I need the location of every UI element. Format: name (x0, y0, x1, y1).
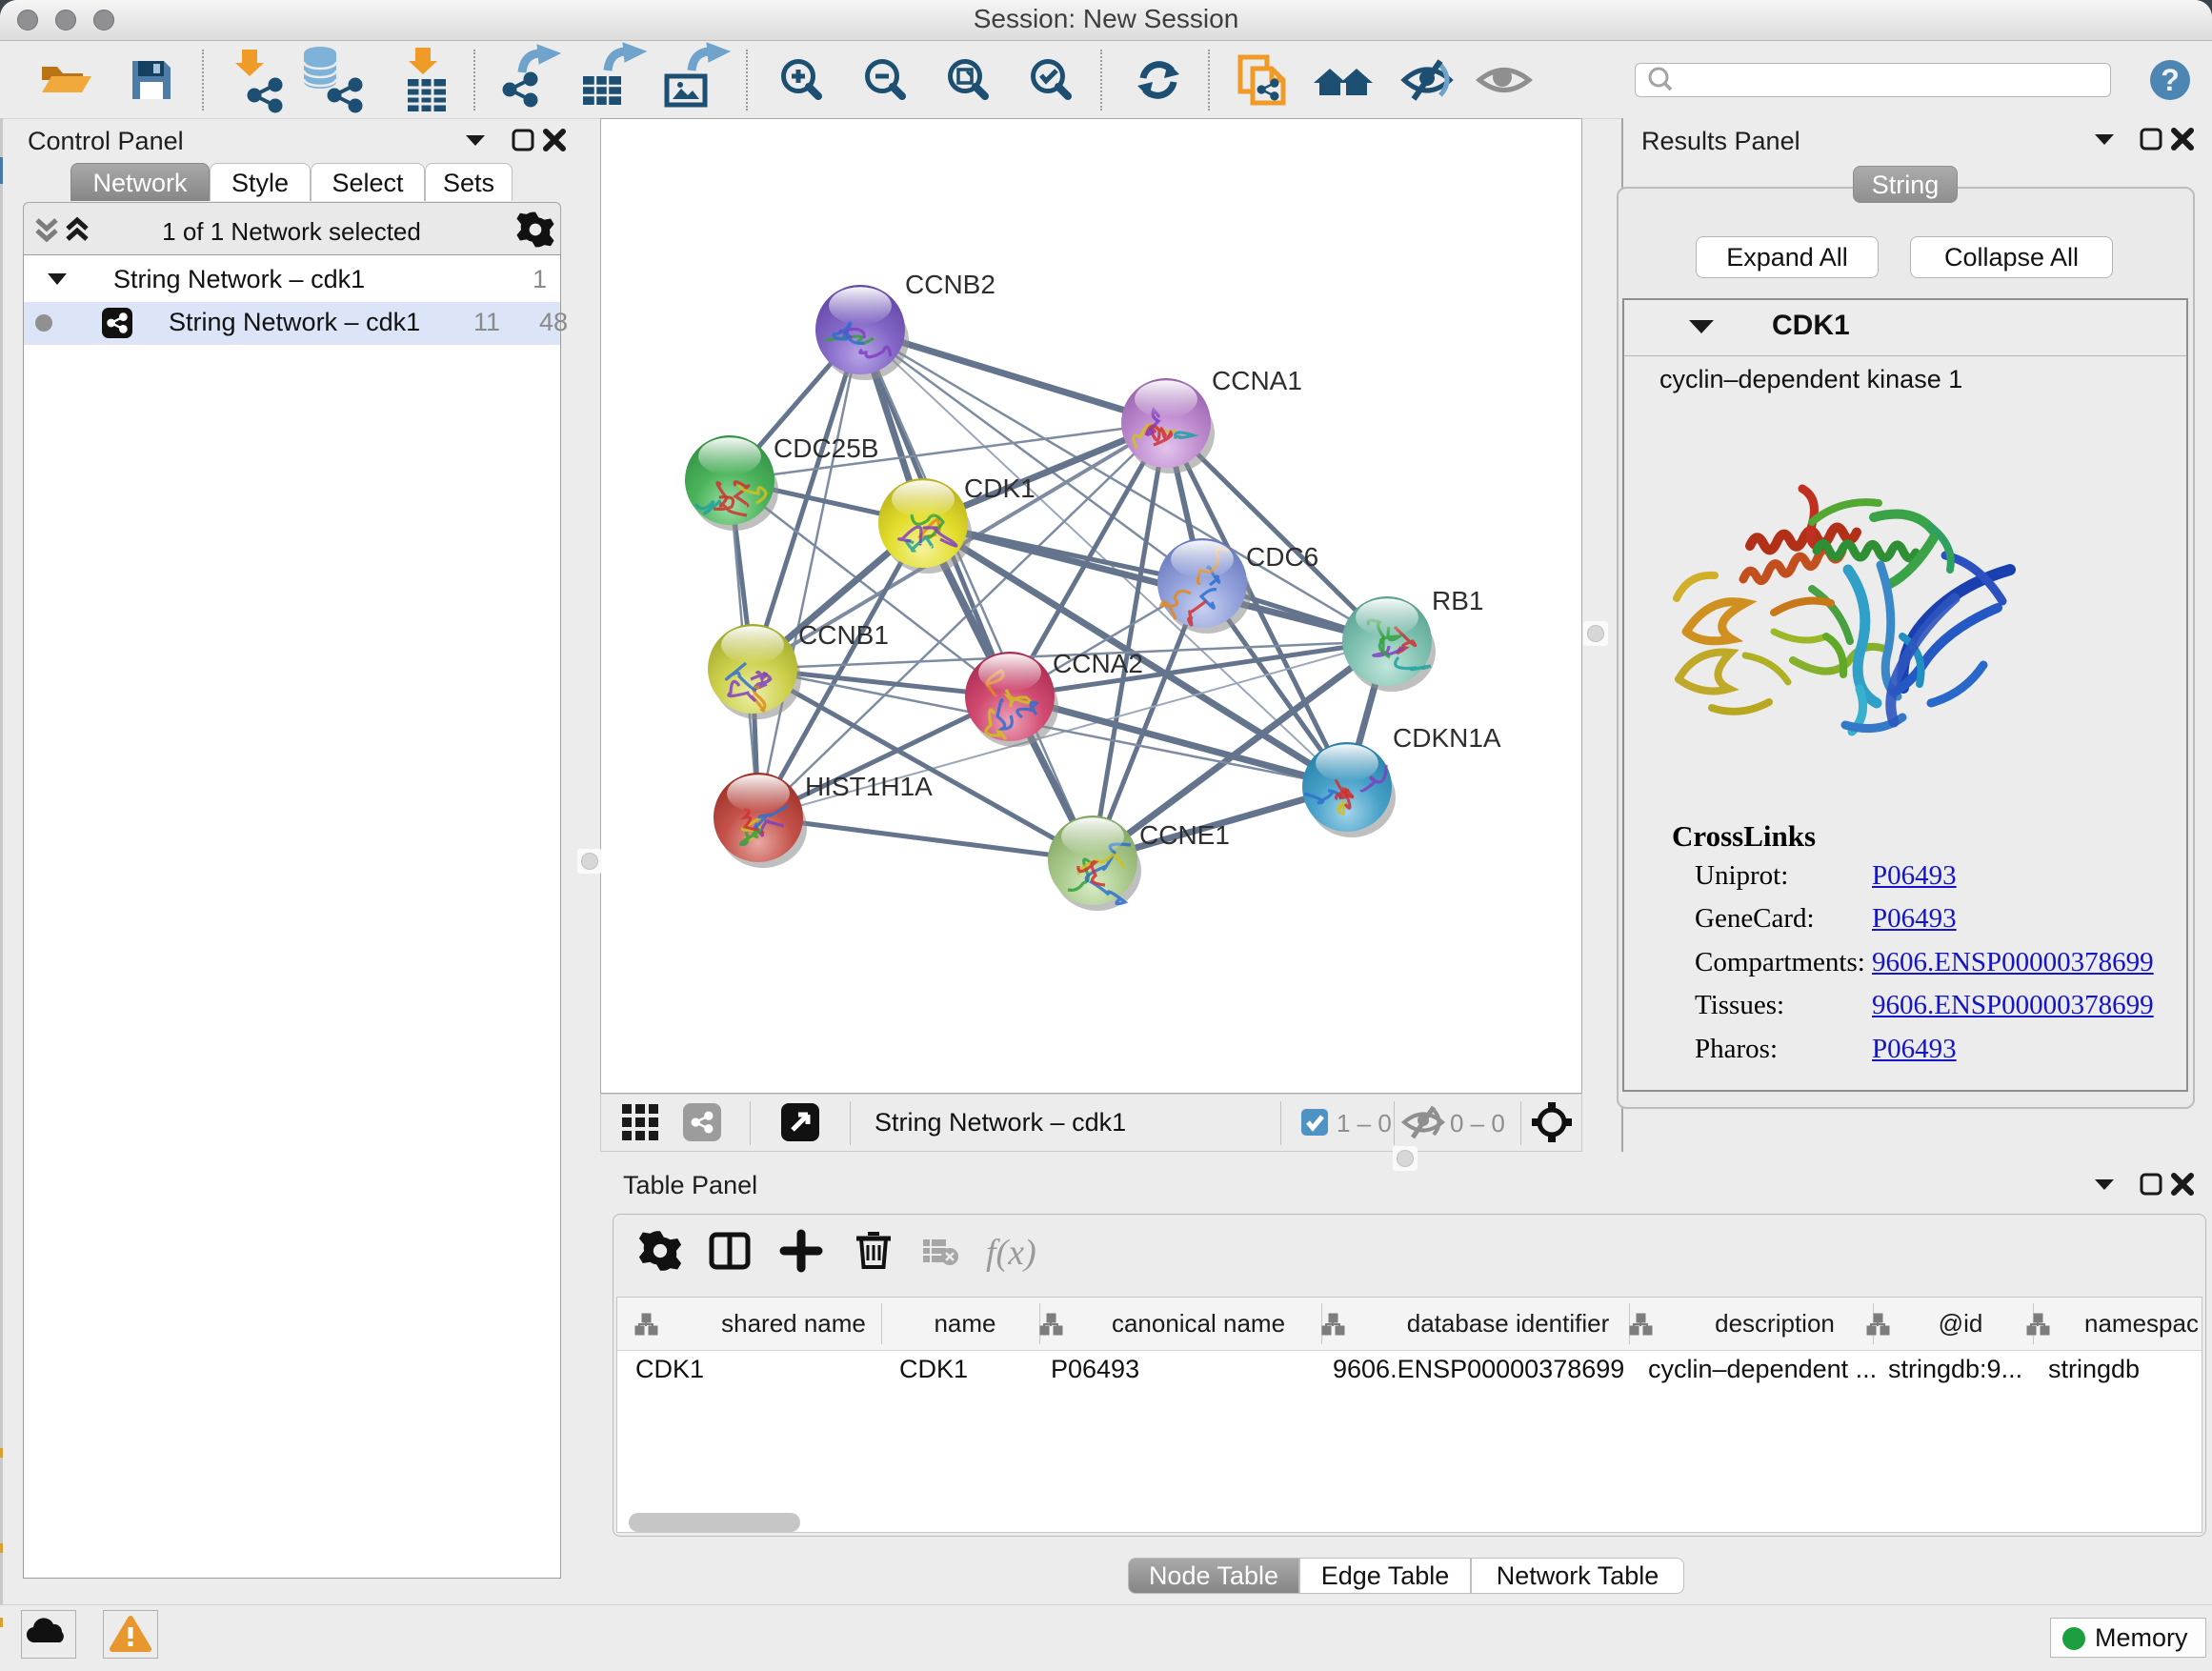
svg-text:f(x): f(x) (986, 1233, 1036, 1273)
svg-text:?: ? (2161, 63, 2180, 97)
